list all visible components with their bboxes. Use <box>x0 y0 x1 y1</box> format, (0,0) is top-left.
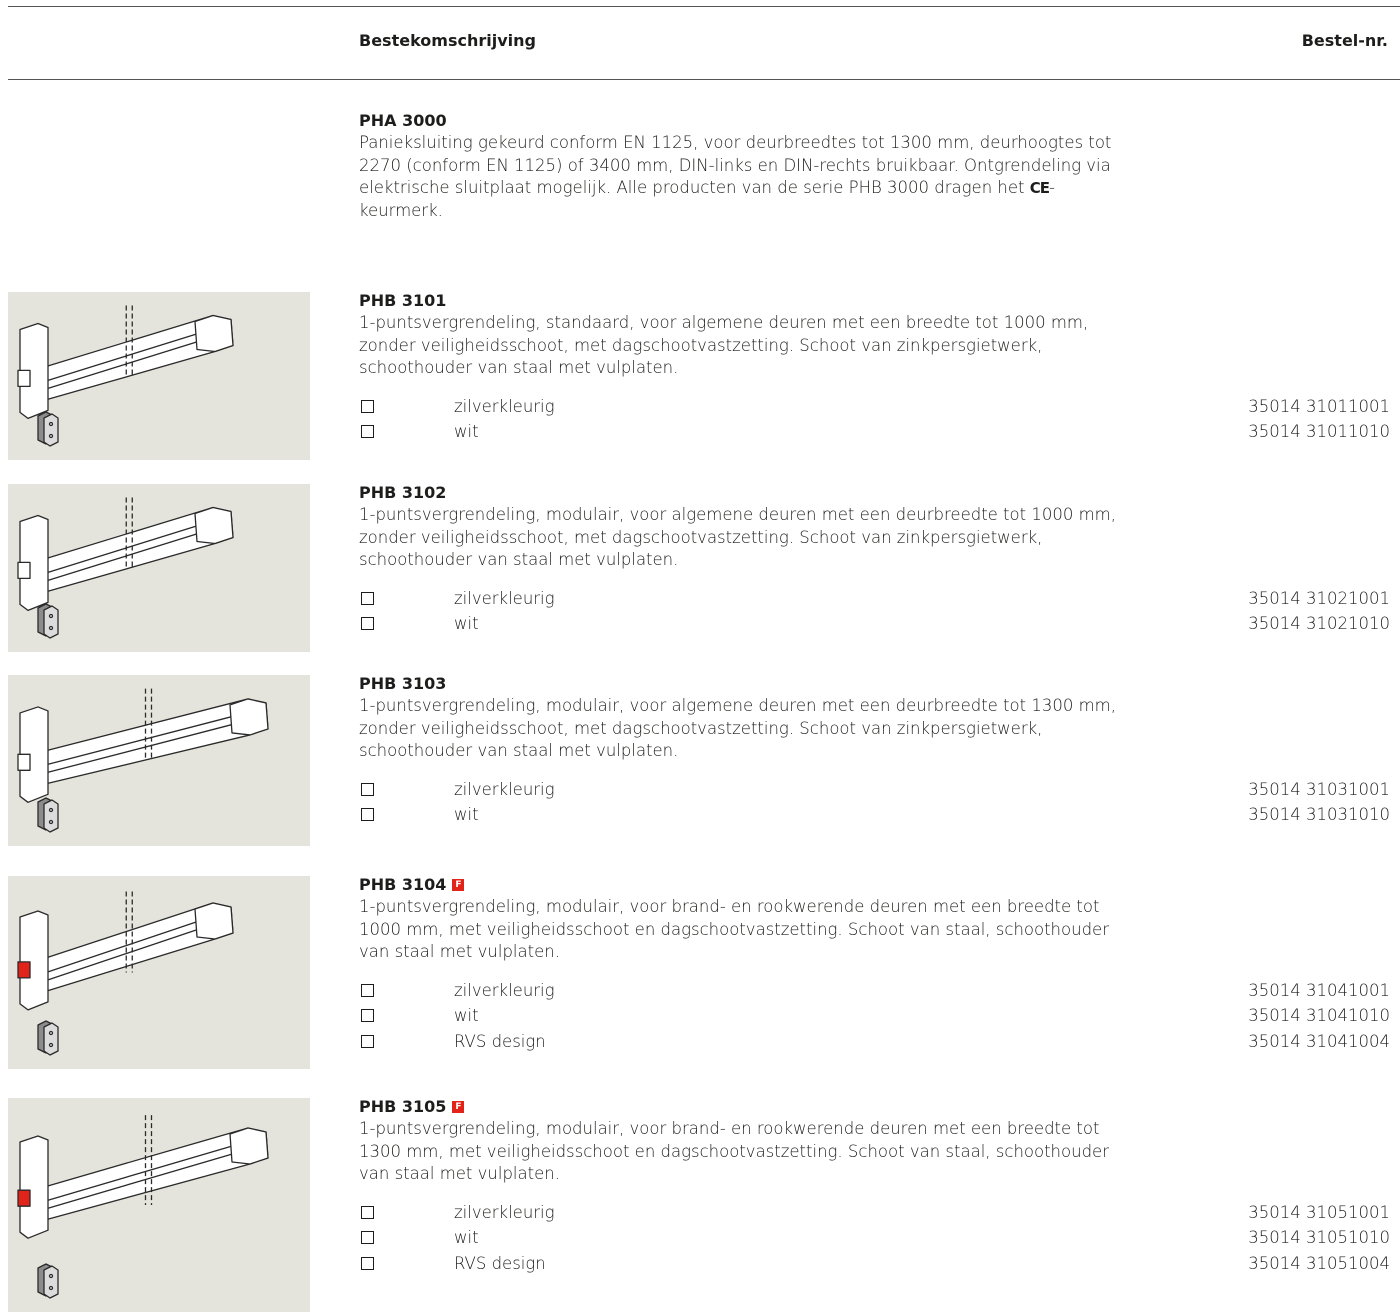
product-code-text: PHB 3105 <box>359 1097 447 1116</box>
product-code-text: PHB 3102 <box>359 483 447 502</box>
product-description: 1-puntsvergrendeling, modulair, voor bra… <box>359 1119 1109 1183</box>
product-image-3103 <box>8 675 310 846</box>
order-number: 35014 31051004 <box>1248 1253 1390 1273</box>
intro-block: PHA 3000 Panieksluiting gekeurd conform … <box>359 110 1119 222</box>
order-number: 35014 31031001 <box>1248 779 1390 799</box>
option-list: zilverkleurig 35014 31011001 wit 35014 310… <box>359 394 1390 445</box>
panic-bar-drawing <box>17 1115 269 1299</box>
order-checkbox[interactable] <box>361 1205 374 1219</box>
product-block: PHB 3104 F 1-puntsvergrendeling, modulair… <box>359 874 1390 1054</box>
description-column-header: Bestekomschrijving <box>359 31 536 50</box>
option-row: wit 35014 31041010 <box>359 1003 1390 1029</box>
product-description: 1-puntsvergrendeling, modulair, voor alg… <box>359 696 1116 760</box>
order-checkbox[interactable] <box>361 983 374 997</box>
product-code-text: PHB 3101 <box>359 291 447 310</box>
fire-rated-badge: F <box>452 1101 465 1113</box>
order-checkbox[interactable] <box>361 617 374 630</box>
product-description: 1-puntsvergrendeling, standaard, voor al… <box>359 313 1089 377</box>
option-row: RVS design 35014 31051004 <box>359 1251 1390 1277</box>
product-image-3101 <box>8 292 310 460</box>
option-list: zilverkleurig 35014 31041001 wit 35014 310… <box>359 978 1390 1055</box>
order-checkbox[interactable] <box>361 425 374 438</box>
series-code: PHA 3000 <box>359 111 447 130</box>
option-label: zilverkleurig <box>454 1202 555 1222</box>
option-row: wit 35014 31021010 <box>359 611 1390 637</box>
order-number: 35014 31041004 <box>1248 1031 1390 1051</box>
order-number: 35014 31051001 <box>1248 1202 1390 1222</box>
option-label: zilverkleurig <box>454 396 555 416</box>
panic-bar-drawing <box>17 688 269 833</box>
option-list: zilverkleurig 35014 31031001 wit 35014 310… <box>359 777 1390 828</box>
option-label: zilverkleurig <box>454 779 555 799</box>
option-label: wit <box>454 614 479 633</box>
product-code: PHB 3104 F <box>359 874 1390 896</box>
product-image-3105 <box>8 1098 310 1312</box>
order-number: 35014 31051010 <box>1248 1228 1390 1247</box>
order-checkbox[interactable] <box>361 1256 374 1270</box>
option-list: zilverkleurig 35014 31021001 wit 35014 310… <box>359 586 1390 637</box>
panic-bar-drawing <box>17 497 234 639</box>
option-label: wit <box>454 1006 479 1025</box>
option-label: RVS design <box>454 1253 546 1273</box>
product-code: PHB 3102 <box>359 482 1390 504</box>
product-code: PHB 3105 F <box>359 1096 1390 1118</box>
order-number: 35014 31031010 <box>1248 805 1390 824</box>
option-label: zilverkleurig <box>454 980 555 1000</box>
order-checkbox[interactable] <box>361 1009 374 1022</box>
option-row: zilverkleurig 35014 31041001 <box>359 978 1390 1004</box>
product-description: 1-puntsvergrendeling, modulair, voor bra… <box>359 897 1109 961</box>
option-label: zilverkleurig <box>454 588 555 608</box>
header-rule <box>8 79 1400 80</box>
product-block: PHB 3105 F 1-puntsvergrendeling, modulair… <box>359 1096 1390 1276</box>
option-label: wit <box>454 422 479 441</box>
product-code: PHB 3103 <box>359 673 1390 695</box>
option-row: zilverkleurig 35014 31011001 <box>359 394 1390 420</box>
series-description: Panieksluiting gekeurd conform EN 1125, … <box>359 132 1119 222</box>
product-block: PHB 3102 1-puntsvergrendeling, modulair,… <box>359 482 1390 637</box>
panic-bar-drawing <box>17 305 234 447</box>
order-checkbox[interactable] <box>361 782 374 796</box>
panic-bar-drawing <box>17 891 234 1056</box>
option-row: wit 35014 31031010 <box>359 802 1390 828</box>
product-image-3102 <box>8 484 310 652</box>
product-block: PHB 3101 1-puntsvergrendeling, standaard… <box>359 290 1390 445</box>
product-block: PHB 3103 1-puntsvergrendeling, modulair,… <box>359 673 1390 828</box>
order-number: 35014 31021001 <box>1248 588 1390 608</box>
option-row: RVS design 35014 31041004 <box>359 1029 1390 1055</box>
order-number: 35014 31011001 <box>1248 396 1390 416</box>
option-row: wit 35014 31051010 <box>359 1225 1390 1251</box>
top-rule <box>8 6 1400 7</box>
order-checkbox[interactable] <box>361 1034 374 1048</box>
option-row: zilverkleurig 35014 31021001 <box>359 586 1390 612</box>
order-number: 35014 31041010 <box>1248 1006 1390 1025</box>
option-label: wit <box>454 805 479 824</box>
series-description-text: Panieksluiting gekeurd conform EN 1125, … <box>359 133 1112 197</box>
order-checkbox[interactable] <box>361 808 374 821</box>
order-checkbox[interactable] <box>361 399 374 413</box>
order-number: 35014 31021010 <box>1248 614 1390 633</box>
option-row: zilverkleurig 35014 31051001 <box>359 1200 1390 1226</box>
option-list: zilverkleurig 35014 31051001 wit 35014 310… <box>359 1200 1390 1277</box>
order-number: 35014 31041001 <box>1248 980 1390 1000</box>
order-checkbox[interactable] <box>361 591 374 605</box>
product-code: PHB 3101 <box>359 290 1390 312</box>
option-label: RVS design <box>454 1031 546 1051</box>
ce-mark-icon: CE <box>1029 179 1050 197</box>
order-checkbox[interactable] <box>361 1231 374 1244</box>
option-row: wit 35014 31011010 <box>359 419 1390 445</box>
fire-rated-badge: F <box>452 879 465 891</box>
order-number-column-header: Bestel-nr. <box>1301 31 1388 50</box>
product-image-3104 <box>8 876 310 1069</box>
option-label: wit <box>454 1228 479 1247</box>
product-description: 1-puntsvergrendeling, modulair, voor alg… <box>359 505 1116 569</box>
option-row: zilverkleurig 35014 31031001 <box>359 777 1390 803</box>
product-code-text: PHB 3103 <box>359 674 447 693</box>
product-code-text: PHB 3104 <box>359 875 447 894</box>
order-number: 35014 31011010 <box>1248 422 1390 441</box>
